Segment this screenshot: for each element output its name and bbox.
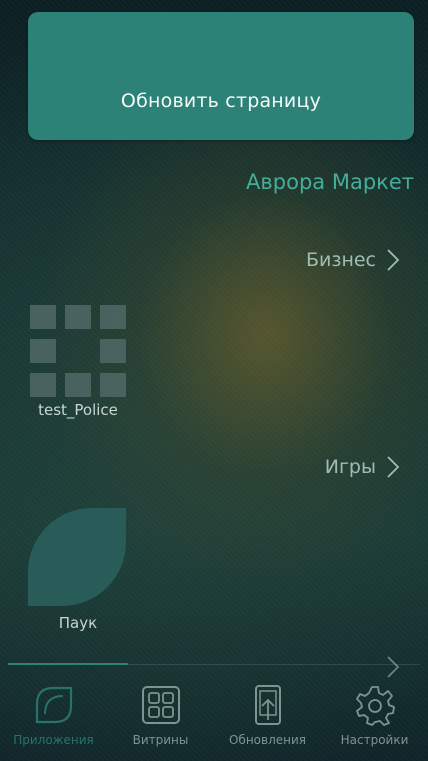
showcase-grid-icon	[141, 686, 180, 724]
category-games-link[interactable]: Игры	[325, 455, 400, 479]
app-name: Паук	[58, 614, 98, 632]
category-label: Бизнес	[305, 249, 376, 271]
chevron-right-icon	[387, 456, 400, 478]
tab-label: Настройки	[340, 733, 409, 747]
tab-label: Приложения	[13, 733, 94, 747]
refresh-page-button[interactable]: Обновить страницу	[28, 12, 414, 140]
app-tile-test-police[interactable]: test_Police	[28, 305, 128, 419]
tab-showcases[interactable]: Витрины	[107, 670, 214, 761]
tab-applications[interactable]: Приложения	[0, 670, 107, 761]
gear-icon	[355, 686, 395, 726]
tab-updates[interactable]: Обновления	[214, 670, 321, 761]
tabbar-active-indicator	[8, 663, 128, 665]
grid-app-icon	[30, 305, 126, 397]
refresh-page-label: Обновить страницу	[120, 90, 322, 112]
tab-settings[interactable]: Настройки	[321, 670, 428, 761]
category-business-link[interactable]: Бизнес	[306, 248, 400, 272]
chevron-right-icon	[387, 249, 400, 271]
leaf-app-icon	[28, 508, 126, 606]
leaf-outline-icon	[35, 686, 72, 724]
app-name: test_Police	[38, 401, 118, 419]
bottom-tabbar: Приложения Витрины Обновления Настройки	[0, 670, 428, 761]
tab-label: Витрины	[132, 733, 189, 747]
category-label: Игры	[324, 456, 376, 478]
app-tile-pauk[interactable]: Паук	[28, 508, 128, 632]
store-title: Аврора Маркет	[246, 170, 414, 194]
phone-update-icon	[254, 685, 281, 725]
tab-label: Обновления	[228, 733, 307, 747]
